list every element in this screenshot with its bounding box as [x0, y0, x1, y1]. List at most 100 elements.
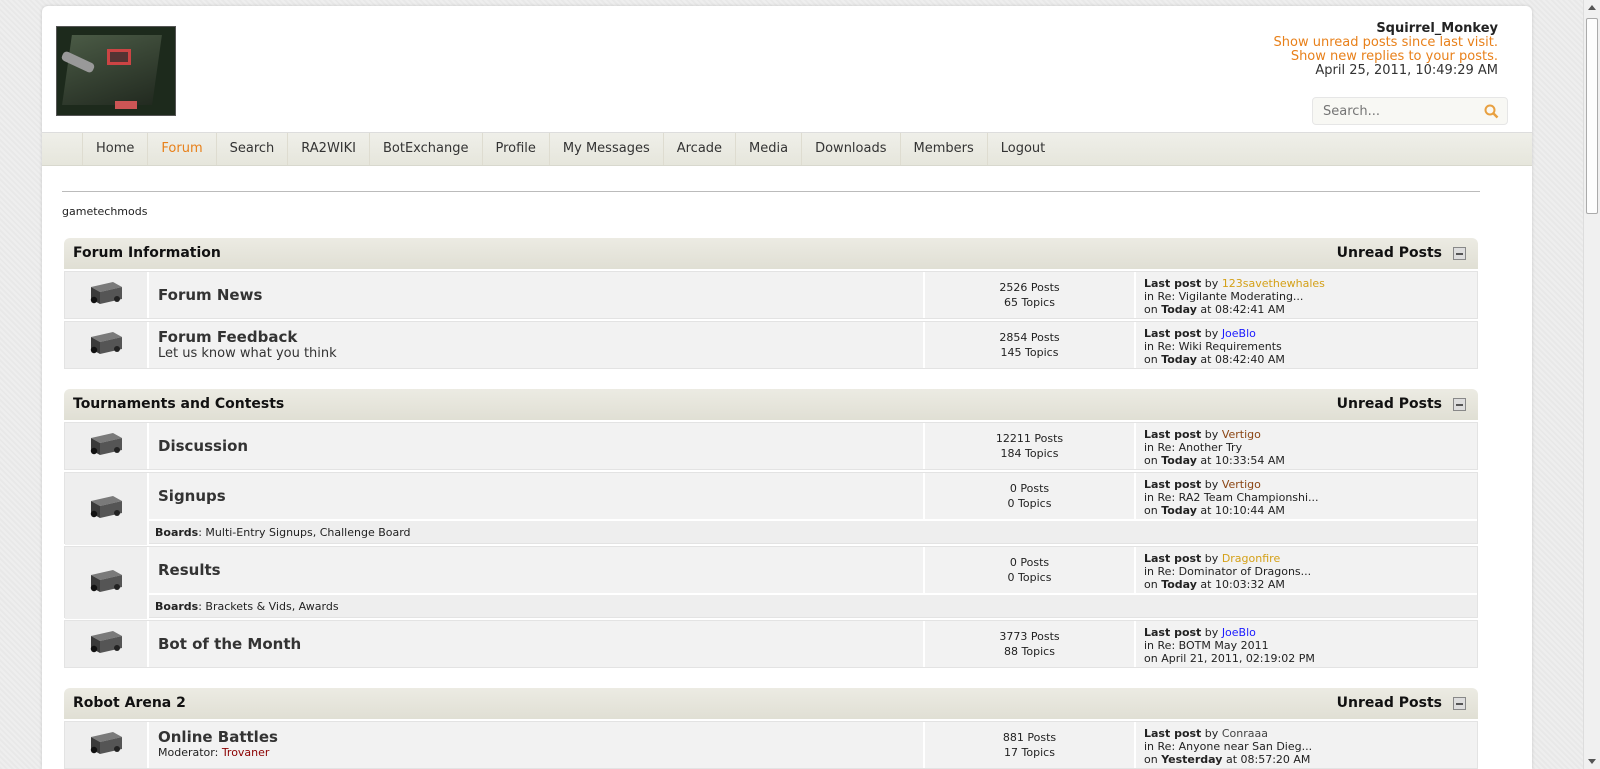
scrollbar[interactable]: [1583, 0, 1600, 769]
topic-count: 0 Topics: [1007, 497, 1052, 510]
board-icon[interactable]: [65, 722, 149, 768]
nav-item-ra2wiki[interactable]: RA2WIKI: [287, 133, 369, 165]
post-count: 2854 Posts: [999, 331, 1060, 344]
board-icon[interactable]: [65, 621, 149, 667]
last-post-topic-link[interactable]: Re: Anyone near San Dieg...: [1158, 740, 1313, 753]
forum-content: gametechmods Forum Information Unread Pos…: [62, 191, 1480, 769]
topic-count: 88 Topics: [1004, 645, 1055, 658]
nav-item-botexchange[interactable]: BotExchange: [369, 133, 482, 165]
category-title[interactable]: Tournaments and Contests: [73, 396, 284, 412]
board-icon[interactable]: [65, 272, 149, 318]
board-name-link[interactable]: Forum News: [158, 286, 914, 304]
last-post-time: at 08:42:41 AM: [1196, 303, 1285, 316]
last-post-label: Last post: [1144, 277, 1202, 290]
breadcrumb[interactable]: gametechmods: [62, 205, 1480, 218]
last-post-topic-link[interactable]: Re: Another Try: [1158, 441, 1243, 454]
child-boards-links[interactable]: Brackets & Vids, Awards: [205, 600, 338, 613]
post-count: 12211 Posts: [995, 432, 1064, 445]
board-icon[interactable]: [65, 547, 149, 619]
collapse-icon[interactable]: [1453, 247, 1466, 260]
last-post-day: Yesterday: [1161, 753, 1223, 766]
scroll-down-icon[interactable]: [1588, 759, 1596, 764]
last-post-topic-line: in Re: Dominator of Dragons...: [1144, 565, 1469, 578]
unread-posts-button[interactable]: Unread Posts: [1337, 396, 1442, 412]
nav-item-members[interactable]: Members: [899, 133, 987, 165]
child-boards-links[interactable]: Multi-Entry Signups, Challenge Board: [205, 526, 410, 539]
category-title[interactable]: Robot Arena 2: [73, 695, 186, 711]
board-stats: 0 Posts 0 Topics: [925, 547, 1136, 593]
unread-posts-link[interactable]: Show unread posts since last visit.: [1274, 36, 1498, 50]
last-post-author-line: Last post by Vertigo: [1144, 478, 1469, 491]
category-title[interactable]: Forum Information: [73, 245, 221, 261]
board-name-link[interactable]: Bot of the Month: [158, 635, 914, 653]
last-post-author-link[interactable]: JoeBlo: [1222, 327, 1256, 340]
nav-item-downloads[interactable]: Downloads: [801, 133, 899, 165]
topic-count: 145 Topics: [1000, 346, 1059, 359]
board-row: Bot of the Month 3773 Posts 88 Topics Last …: [64, 620, 1478, 668]
topic-count: 17 Topics: [1004, 746, 1055, 759]
last-post-topic-link[interactable]: Re: RA2 Team Championshi...: [1158, 491, 1319, 504]
last-post-time: at 10:33:54 AM: [1196, 454, 1285, 467]
board-name-link[interactable]: Signups: [158, 487, 914, 505]
nav-item-my-messages[interactable]: My Messages: [548, 133, 663, 165]
in-label: in: [1144, 290, 1158, 303]
last-post-author-link[interactable]: Dragonfire: [1222, 552, 1280, 565]
collapse-icon[interactable]: [1453, 697, 1466, 710]
last-post-day: Today: [1161, 578, 1197, 591]
last-post-author-link[interactable]: Vertigo: [1222, 478, 1261, 491]
nav-item-search[interactable]: Search: [215, 133, 288, 165]
last-post-time-line: on Today at 10:03:32 AM: [1144, 578, 1469, 591]
board-info: Discussion: [149, 423, 925, 469]
board-name-link[interactable]: Results: [158, 561, 914, 579]
last-post-author-line: Last post by Vertigo: [1144, 428, 1469, 441]
board-info: Bot of the Month: [149, 621, 925, 667]
last-post-author-link[interactable]: 123savethewhales: [1222, 277, 1325, 290]
on-label: on: [1144, 454, 1162, 467]
board-name-link[interactable]: Forum Feedback: [158, 328, 914, 346]
boards-label: Boards: [155, 600, 199, 613]
nav-item-profile[interactable]: Profile: [481, 133, 549, 165]
last-post-author-link[interactable]: JoeBlo: [1222, 626, 1256, 639]
last-post-topic-link[interactable]: Re: Wiki Requirements: [1158, 340, 1282, 353]
nav-item-home[interactable]: Home: [82, 133, 147, 165]
moderator-link[interactable]: Trovaner: [222, 746, 270, 759]
post-count: 881 Posts: [1002, 731, 1057, 744]
robot-icon: [87, 627, 125, 661]
last-post-time: on April 21, 2011, 02:19:02 PM: [1144, 652, 1315, 665]
robot-icon: [87, 429, 125, 463]
scroll-up-icon[interactable]: [1588, 5, 1596, 10]
child-boards: Boards: Multi-Entry Signups, Challenge B…: [149, 519, 1477, 543]
nav-item-media[interactable]: Media: [735, 133, 801, 165]
unread-posts-button[interactable]: Unread Posts: [1337, 245, 1442, 261]
search-input[interactable]: [1313, 98, 1473, 124]
unread-posts-button[interactable]: Unread Posts: [1337, 695, 1442, 711]
post-count: 0 Posts: [1009, 556, 1050, 569]
robot-icon: [87, 566, 125, 600]
last-post-topic-link[interactable]: Re: BOTM May 2011: [1158, 639, 1269, 652]
nav-item-logout[interactable]: Logout: [986, 133, 1059, 165]
by-label: by: [1201, 327, 1222, 340]
by-label: by: [1201, 552, 1222, 565]
last-post-author-line: Last post by Dragonfire: [1144, 552, 1469, 565]
board-icon[interactable]: [65, 423, 149, 469]
board-icon[interactable]: [65, 473, 149, 545]
by-label: by: [1201, 428, 1222, 441]
scroll-thumb[interactable]: [1586, 18, 1598, 214]
board-icon[interactable]: [65, 322, 149, 368]
by-label: by: [1201, 626, 1222, 639]
nav-item-forum[interactable]: Forum: [147, 133, 215, 165]
nav-item-arcade[interactable]: Arcade: [662, 133, 735, 165]
last-post-topic-link[interactable]: Re: Vigilante Moderating...: [1158, 290, 1304, 303]
board-name-link[interactable]: Online Battles: [158, 728, 914, 746]
new-replies-link[interactable]: Show new replies to your posts.: [1274, 50, 1498, 64]
board-stats: 2854 Posts 145 Topics: [925, 322, 1136, 368]
last-post-label: Last post: [1144, 327, 1202, 340]
site-logo[interactable]: [56, 26, 176, 116]
collapse-icon[interactable]: [1453, 398, 1466, 411]
divider: [62, 191, 1480, 192]
last-post-author-link[interactable]: Conraaa: [1222, 727, 1268, 740]
last-post-author-link[interactable]: Vertigo: [1222, 428, 1261, 441]
last-post-topic-link[interactable]: Re: Dominator of Dragons...: [1158, 565, 1312, 578]
search-icon[interactable]: [1483, 103, 1499, 119]
board-name-link[interactable]: Discussion: [158, 437, 914, 455]
